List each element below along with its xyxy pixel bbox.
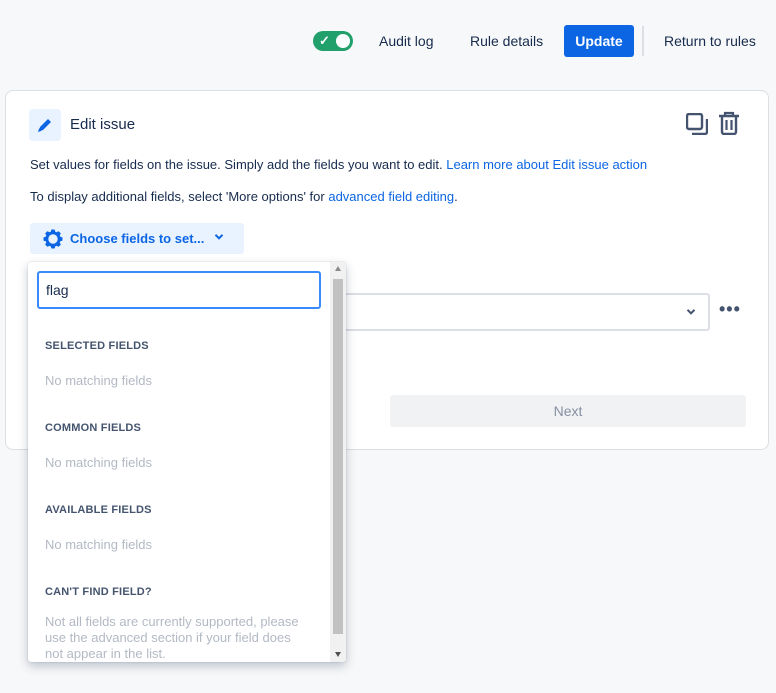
chevron-down-icon	[214, 234, 224, 240]
more-options-icon[interactable]: •••	[719, 299, 741, 320]
audit-log-button[interactable]: Audit log	[371, 25, 441, 57]
description-period: .	[454, 189, 458, 204]
choose-fields-label: Choose fields to set...	[70, 231, 205, 246]
field-search-input[interactable]	[37, 271, 321, 309]
toolbar-divider	[642, 26, 644, 56]
available-fields-heading: AVAILABLE FIELDS	[45, 504, 152, 516]
field-value-select[interactable]	[336, 293, 710, 331]
edit-issue-icon-box	[29, 109, 61, 141]
pencil-icon	[38, 119, 51, 132]
learn-more-link[interactable]: Learn more about Edit issue action	[446, 157, 647, 172]
return-to-rules-button[interactable]: Return to rules	[656, 25, 764, 57]
toggle-knob	[336, 34, 350, 48]
gear-icon	[43, 229, 63, 249]
cant-find-field-heading: CAN'T FIND FIELD?	[45, 586, 152, 598]
copy-icon[interactable]	[686, 113, 708, 135]
rule-enabled-toggle[interactable]: ✓	[313, 31, 353, 51]
chevron-down-icon	[686, 309, 696, 315]
scroll-up-arrow-icon[interactable]	[335, 266, 341, 271]
available-fields-empty: No matching fields	[45, 537, 152, 552]
dropdown-scrollbar[interactable]	[330, 262, 346, 662]
next-button[interactable]: Next	[390, 395, 746, 427]
selected-fields-empty: No matching fields	[45, 373, 152, 388]
description-text-2: To display additional fields, select 'Mo…	[30, 189, 329, 204]
card-title: Edit issue	[70, 116, 136, 133]
cant-find-field-text: Not all fields are currently supported, …	[45, 614, 299, 661]
rule-details-button[interactable]: Rule details	[462, 25, 551, 57]
description-text-1: Set values for fields on the issue. Simp…	[30, 157, 447, 172]
trash-icon[interactable]	[718, 111, 740, 135]
selected-fields-heading: SELECTED FIELDS	[45, 340, 149, 352]
common-fields-heading: COMMON FIELDS	[45, 422, 142, 434]
advanced-field-editing-link[interactable]: advanced field editing	[328, 189, 454, 204]
common-fields-empty: No matching fields	[45, 455, 152, 470]
description-line-2: To display additional fields, select 'Mo…	[30, 189, 458, 204]
update-button[interactable]: Update	[564, 25, 634, 57]
field-picker-dropdown: SELECTED FIELDS No matching fields COMMO…	[28, 262, 346, 662]
choose-fields-button[interactable]: Choose fields to set...	[30, 223, 244, 254]
top-toolbar: ✓ Audit log Rule details Update Return t…	[0, 24, 776, 58]
scroll-down-arrow-icon[interactable]	[335, 652, 341, 657]
scrollbar-thumb[interactable]	[333, 279, 343, 634]
check-icon: ✓	[319, 33, 330, 48]
description-line-1: Set values for fields on the issue. Simp…	[30, 157, 647, 172]
